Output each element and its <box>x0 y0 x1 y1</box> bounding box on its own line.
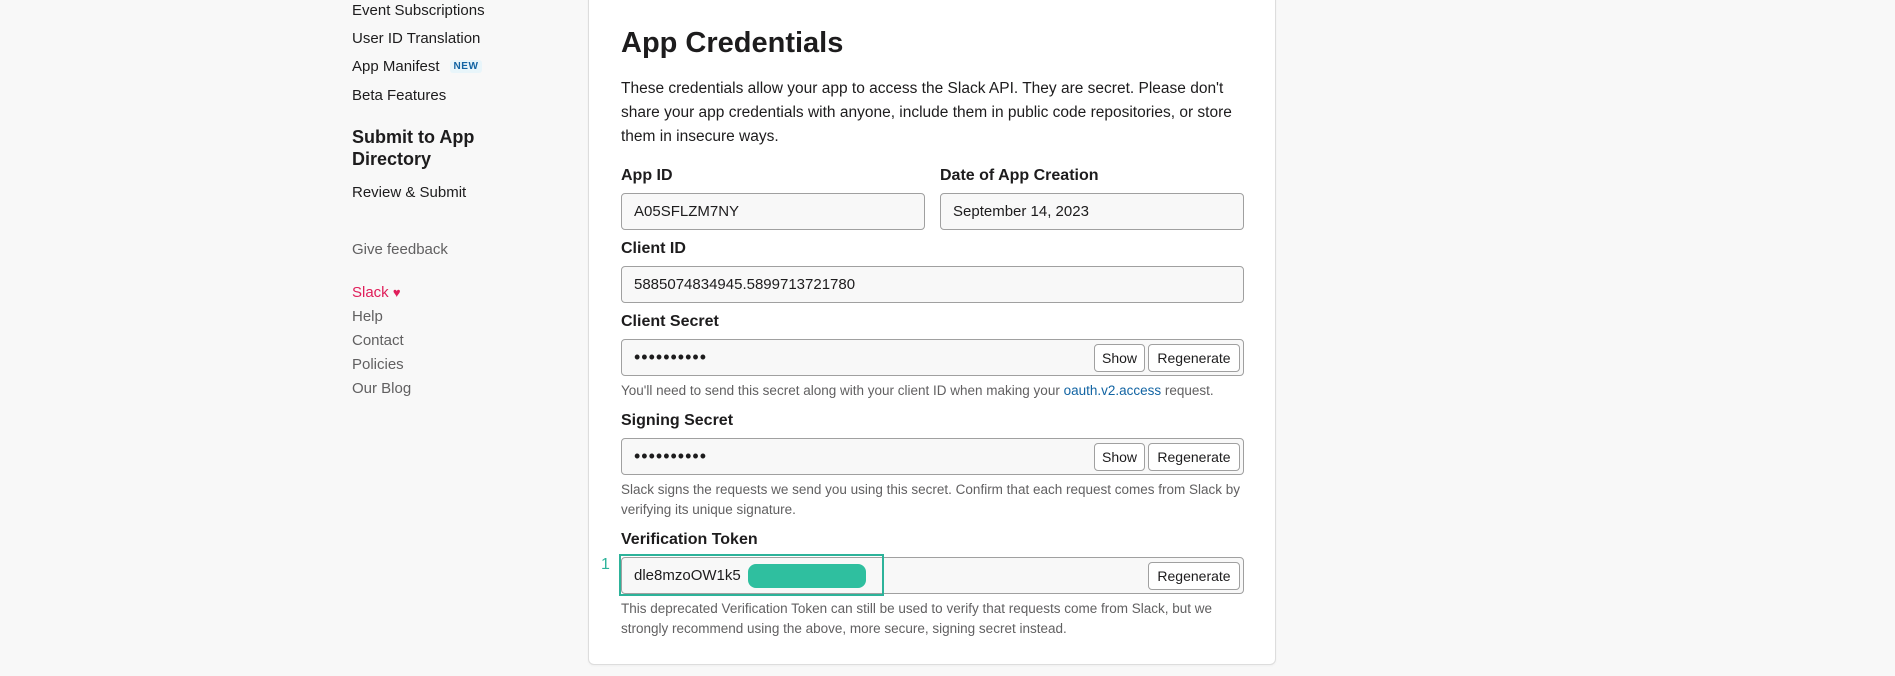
regenerate-client-secret-button[interactable]: Regenerate <box>1148 344 1240 372</box>
annotation-highlight-box <box>619 554 884 596</box>
sidebar-item-app-manifest[interactable]: App Manifest NEW <box>352 58 483 75</box>
slack-brand-link[interactable]: Slack ♥ <box>352 284 401 301</box>
sidebar-item-user-id-translation[interactable]: User ID Translation <box>352 30 480 47</box>
submit-section-title: Submit to App Directory <box>352 127 475 169</box>
signing-secret-label: Signing Secret <box>621 412 734 429</box>
give-feedback-link[interactable]: Give feedback <box>352 241 448 258</box>
regenerate-verification-token-button[interactable]: Regenerate <box>1148 562 1240 590</box>
signing-secret-value: •••••••••• <box>634 446 708 466</box>
credentials-description: These credentials allow your app to acce… <box>621 80 1232 145</box>
client-secret-label: Client Secret <box>621 313 719 330</box>
client-secret-value: •••••••••• <box>634 347 708 367</box>
client-secret-help: You'll need to send this secret along wi… <box>621 381 1253 401</box>
client-id-label: Client ID <box>621 240 686 257</box>
oauth-access-link[interactable]: oauth.v2.access <box>1064 383 1162 398</box>
verification-token-label: Verification Token <box>621 531 758 548</box>
date-created-label: Date of App Creation <box>940 167 1099 184</box>
app-id-field[interactable]: A05SFLZM7NY <box>621 193 925 230</box>
sidebar-item-label: App Manifest <box>352 58 440 75</box>
signing-secret-help: Slack signs the requests we send you usi… <box>621 482 1241 517</box>
date-created-field[interactable]: September 14, 2023 <box>940 193 1244 230</box>
app-id-label: App ID <box>621 167 673 184</box>
annotation-number: 1 <box>601 556 610 573</box>
client-secret-help-text: You'll need to send this secret along wi… <box>621 383 1064 398</box>
new-badge: NEW <box>449 60 483 73</box>
signing-secret-field[interactable]: •••••••••• Show Regenerate <box>621 438 1244 475</box>
sidebar-item-beta-features[interactable]: Beta Features <box>352 87 446 104</box>
footer-link-our-blog[interactable]: Our Blog <box>352 380 411 397</box>
page-title: App Credentials <box>621 27 844 59</box>
footer-link-contact[interactable]: Contact <box>352 332 404 349</box>
verification-token-help: This deprecated Verification Token can s… <box>621 601 1213 636</box>
footer-link-help[interactable]: Help <box>352 308 383 325</box>
regenerate-signing-secret-button[interactable]: Regenerate <box>1148 443 1240 471</box>
client-secret-field[interactable]: •••••••••• Show Regenerate <box>621 339 1244 376</box>
client-id-field[interactable]: 5885074834945.5899713721780 <box>621 266 1244 303</box>
slack-brand-label: Slack <box>352 284 389 301</box>
sidebar-item-review-submit[interactable]: Review & Submit <box>352 184 466 201</box>
show-signing-secret-button[interactable]: Show <box>1094 443 1145 471</box>
client-secret-help-suffix: request. <box>1161 383 1214 398</box>
heart-icon: ♥ <box>392 285 401 300</box>
footer-link-policies[interactable]: Policies <box>352 356 404 373</box>
show-client-secret-button[interactable]: Show <box>1094 344 1145 372</box>
sidebar-item-event-subscriptions[interactable]: Event Subscriptions <box>352 2 485 19</box>
